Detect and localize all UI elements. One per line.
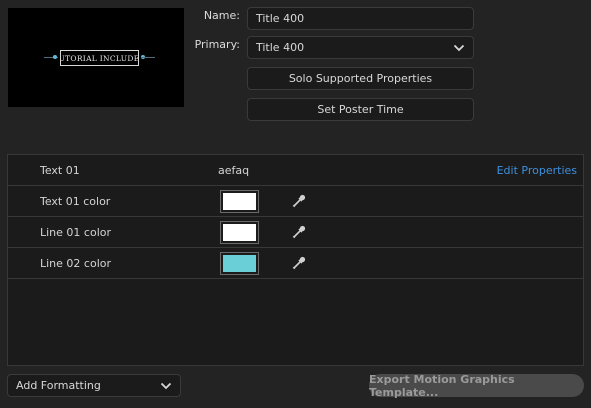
export-motion-graphics-template-button[interactable]: Export Motion Graphics Template... xyxy=(369,373,584,399)
property-text-value[interactable]: aefaq xyxy=(218,155,249,186)
primary-label: Primary: xyxy=(194,38,240,51)
property-name: Line 02 color xyxy=(40,257,112,270)
property-name: Line 01 color xyxy=(40,226,112,239)
chevron-down-icon xyxy=(453,44,465,52)
property-row-text: Text 01 aefaq Edit Properties xyxy=(8,155,583,186)
edit-properties-link[interactable]: Edit Properties xyxy=(497,155,577,186)
name-field[interactable]: Title 400 xyxy=(247,7,474,30)
thumbnail-right-line xyxy=(141,57,155,58)
eyedropper-icon[interactable] xyxy=(291,255,307,271)
property-name: Text 01 xyxy=(40,164,80,177)
thumbnail-title-text: TUTORIAL INCLUDED xyxy=(60,50,139,66)
name-label: Name: xyxy=(203,9,240,22)
property-row-color: Line 01 color xyxy=(8,217,583,248)
color-swatch[interactable] xyxy=(220,221,259,244)
color-swatch[interactable] xyxy=(220,190,259,213)
set-poster-time-button[interactable]: Set Poster Time xyxy=(247,98,474,121)
title-thumbnail: TUTORIAL INCLUDED xyxy=(8,8,184,107)
property-row-color: Text 01 color xyxy=(8,186,583,217)
add-formatting-dropdown[interactable]: Add Formatting xyxy=(7,374,181,397)
eyedropper-icon[interactable] xyxy=(291,224,307,240)
eyedropper-icon[interactable] xyxy=(291,193,307,209)
solo-supported-properties-button[interactable]: Solo Supported Properties xyxy=(247,67,474,90)
property-name: Text 01 color xyxy=(40,195,111,208)
primary-select-value: Title 400 xyxy=(256,41,305,54)
add-formatting-label: Add Formatting xyxy=(16,379,101,392)
primary-select[interactable]: Title 400 xyxy=(247,36,474,59)
chevron-down-icon xyxy=(160,382,172,390)
thumbnail-left-dot xyxy=(53,55,57,59)
color-swatch[interactable] xyxy=(220,252,259,275)
property-row-color: Line 02 color xyxy=(8,248,583,279)
properties-panel: Text 01 aefaq Edit Properties Text 01 co… xyxy=(7,154,584,366)
